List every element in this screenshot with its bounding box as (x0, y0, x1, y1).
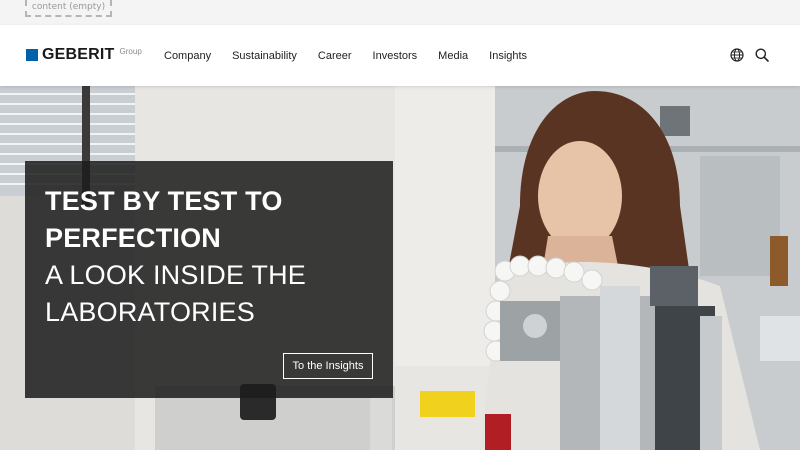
main-navigation: Company Sustainability Career Investors … (164, 25, 548, 86)
headline-line-bold-2: PERFECTION (45, 223, 222, 253)
nav-item-media[interactable]: Media (438, 50, 468, 62)
nav-item-investors[interactable]: Investors (373, 50, 418, 62)
search-icon[interactable] (755, 48, 769, 62)
headline-line-light-2: LABORATORIES (45, 297, 255, 327)
site-header: GEBERIT Group Company Sustainability Car… (0, 25, 800, 86)
top-strip: content (empty) (0, 0, 800, 25)
nav-item-company[interactable]: Company (164, 50, 211, 62)
hero-headline: TEST BY TEST TO PERFECTION A LOOK INSIDE… (45, 183, 375, 331)
nav-item-insights[interactable]: Insights (489, 50, 527, 62)
headline-line-light-1: A LOOK INSIDE THE (45, 260, 306, 290)
geberit-logo[interactable]: GEBERIT Group (26, 47, 142, 63)
logo-wordmark: GEBERIT (42, 46, 115, 63)
nav-item-sustainability[interactable]: Sustainability (232, 50, 297, 62)
globe-icon[interactable] (730, 48, 744, 62)
hero-text-panel: TEST BY TEST TO PERFECTION A LOOK INSIDE… (25, 161, 393, 398)
hero-banner: TEST BY TEST TO PERFECTION A LOOK INSIDE… (0, 86, 800, 450)
empty-content-placeholder: content (empty) (25, 0, 112, 17)
headline-line-bold-1: TEST BY TEST TO (45, 186, 283, 216)
logo-group-label: Group (119, 47, 142, 56)
to-the-insights-button[interactable]: To the Insights (283, 353, 373, 379)
logo-mark (26, 49, 38, 61)
nav-item-career[interactable]: Career (318, 50, 352, 62)
